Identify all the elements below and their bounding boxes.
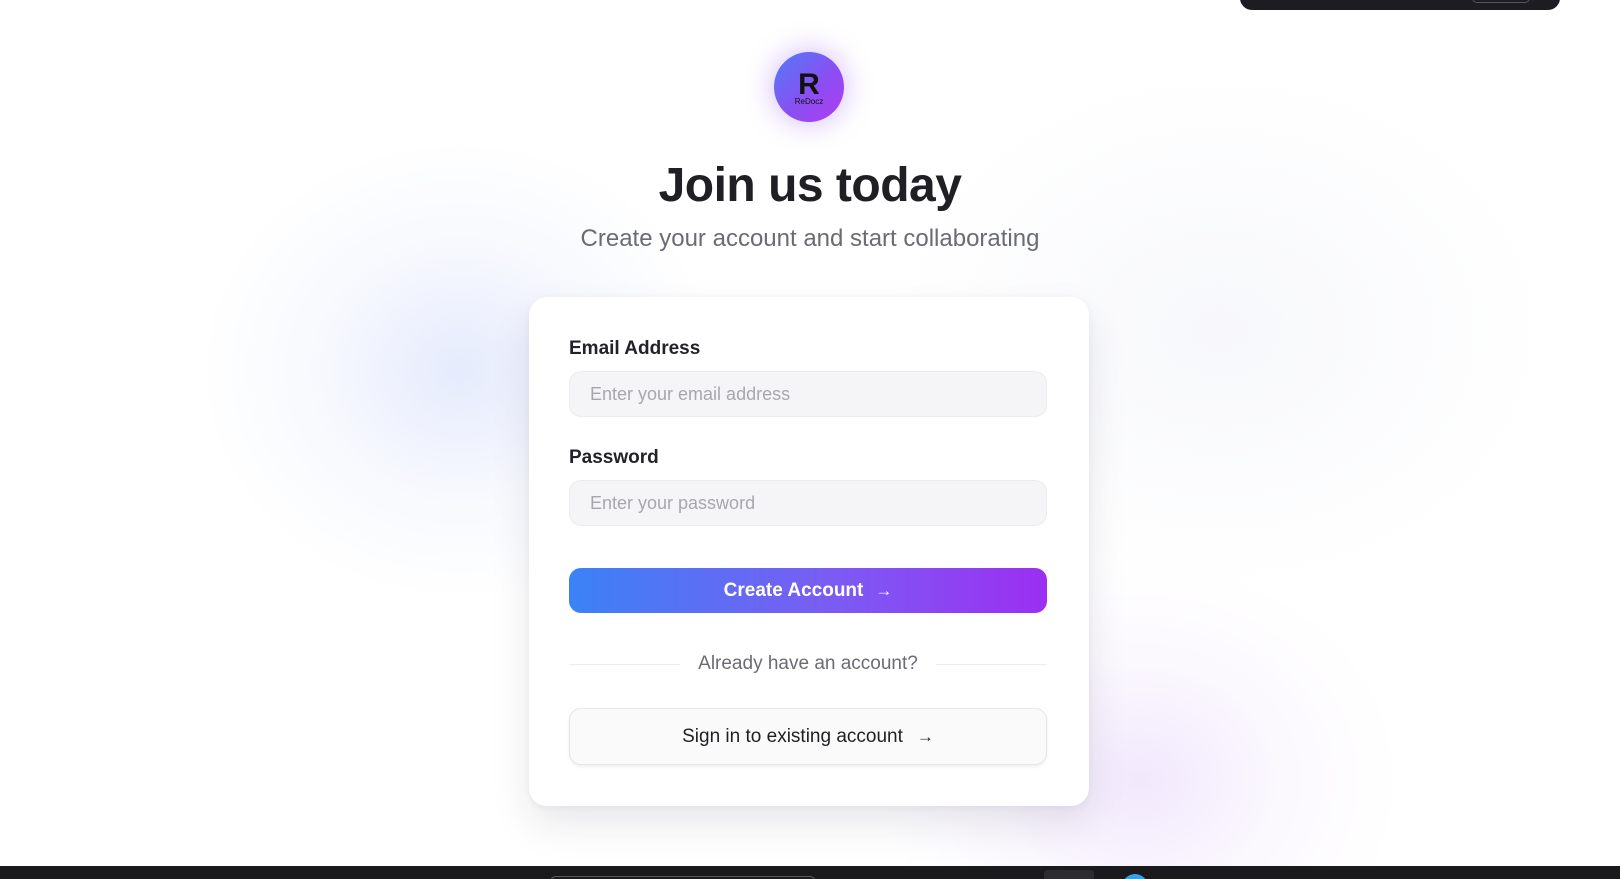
app-logo: R ReDocz — [774, 52, 844, 122]
password-field[interactable] — [569, 480, 1047, 526]
signin-divider: Already have an account? — [569, 652, 1047, 676]
taskbar — [0, 866, 1620, 879]
divider-line-left — [569, 663, 681, 665]
email-field[interactable] — [569, 371, 1047, 417]
taskbar-app-icon[interactable] — [1044, 870, 1094, 879]
divider-line-right — [935, 663, 1047, 665]
logo-icon: R ReDocz — [795, 68, 823, 106]
page-subtitle: Create your account and start collaborat… — [580, 225, 1040, 252]
sign-in-button[interactable]: Sign in to existing account → — [569, 708, 1047, 765]
create-account-button[interactable]: Create Account → — [569, 568, 1047, 613]
page-title: Join us today — [658, 159, 962, 212]
create-account-label: Create Account — [723, 579, 864, 601]
password-label: Password — [569, 447, 659, 468]
signup-page: R ReDocz Join us today Create your accou… — [0, 0, 1620, 879]
taskbar-app-circle-icon[interactable] — [1122, 874, 1148, 879]
divider-text: Already have an account? — [698, 653, 918, 674]
email-label: Email Address — [569, 338, 701, 359]
logo-text: ReDocz — [795, 97, 823, 106]
top-overlay-panel — [1240, 0, 1560, 10]
signup-card: Email Address Password Create Account → … — [529, 297, 1089, 806]
arrow-right-icon: → — [916, 727, 934, 746]
sign-in-label: Sign in to existing account — [682, 725, 903, 747]
arrow-right-icon: → — [875, 581, 893, 600]
overlay-pill — [1472, 0, 1530, 3]
